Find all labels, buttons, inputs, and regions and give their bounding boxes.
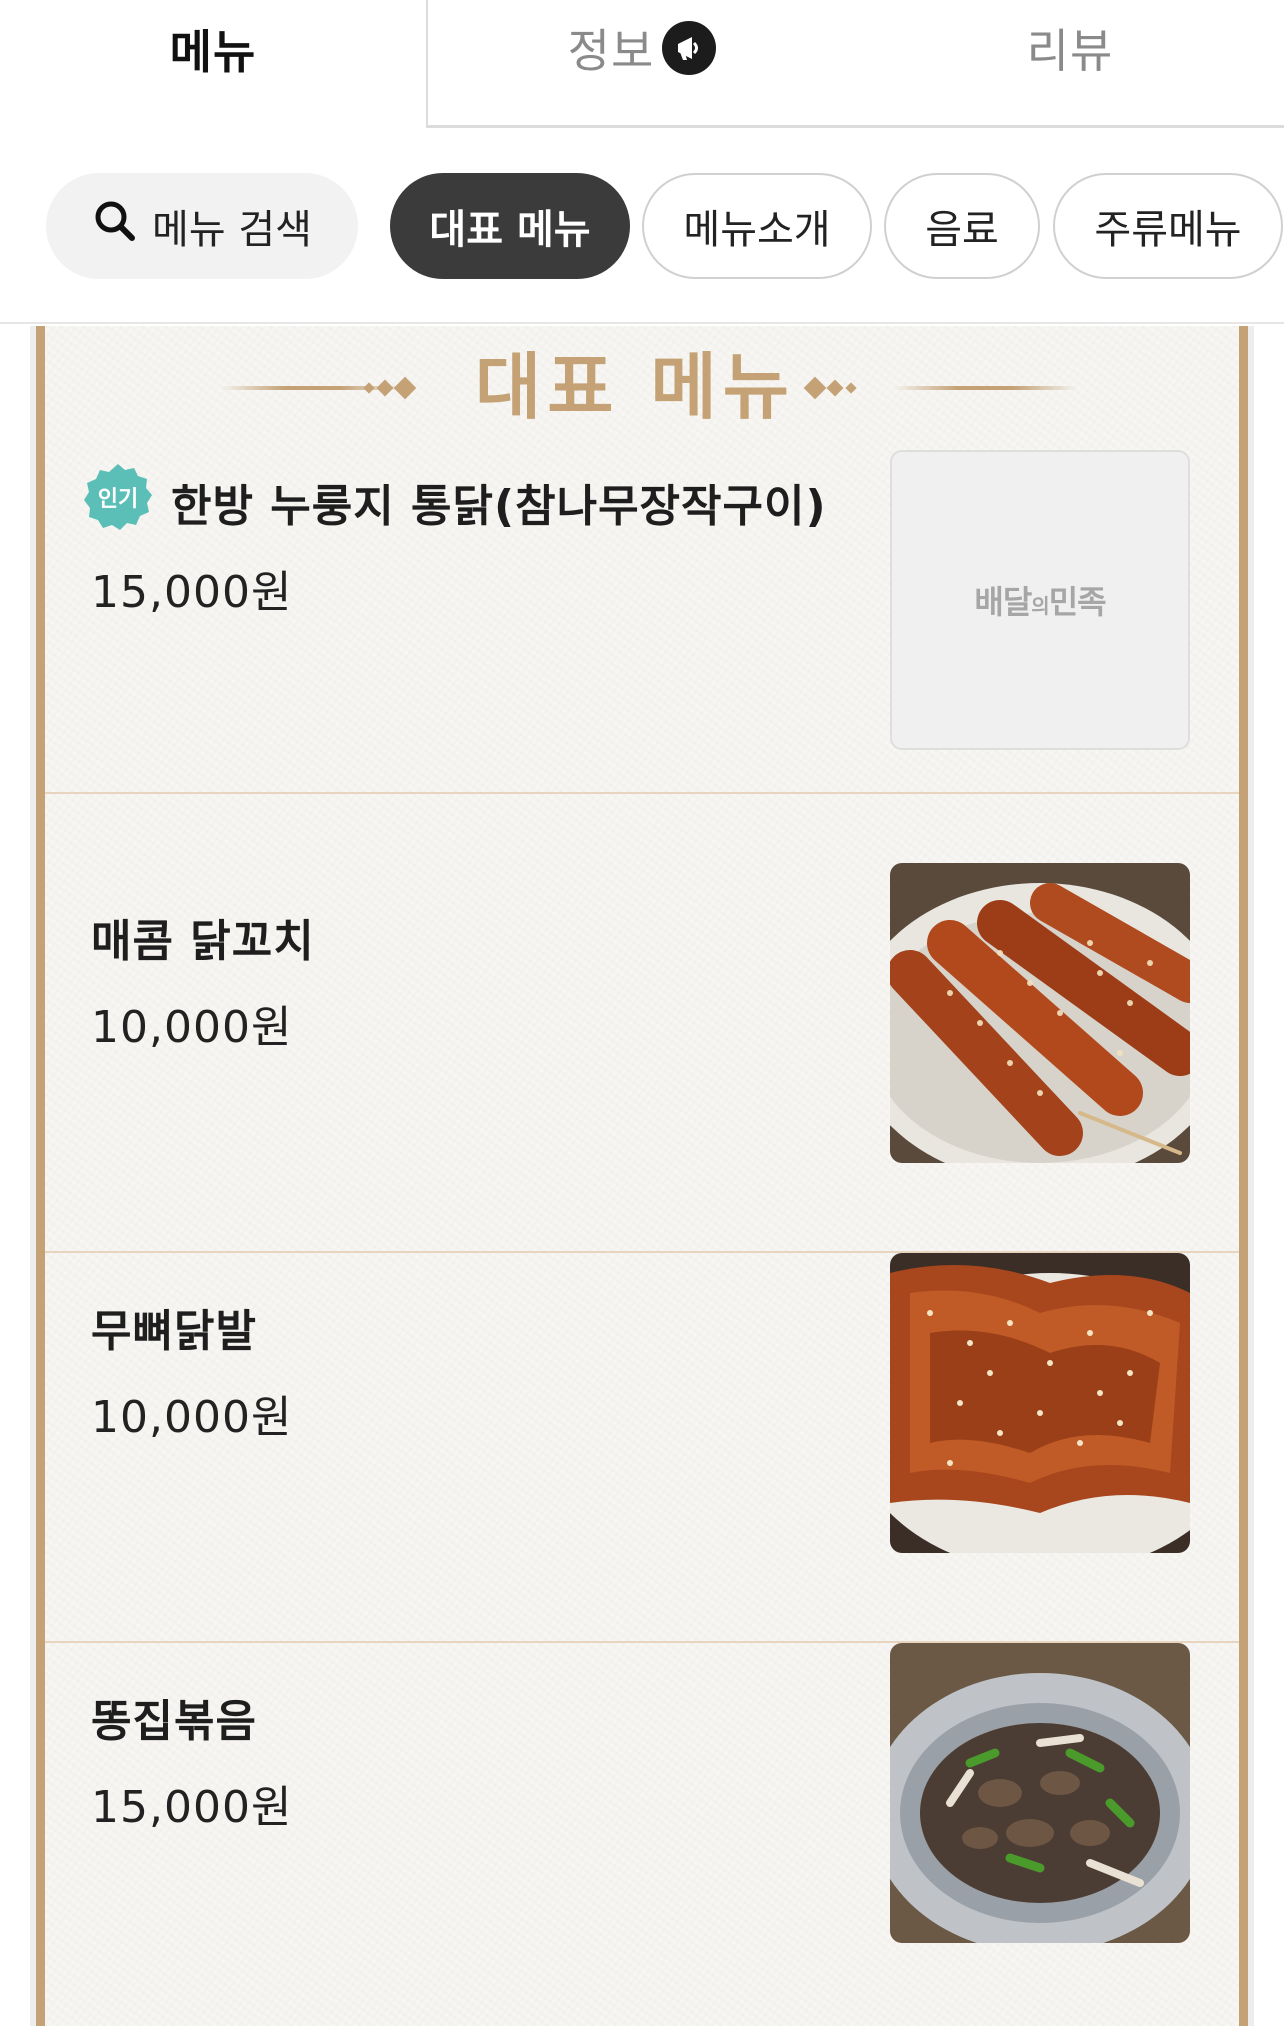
ornament-diamonds-right	[803, 358, 857, 418]
tab-menu[interactable]: 메뉴	[0, 0, 426, 128]
tab-info[interactable]: 정보	[426, 0, 856, 128]
ornament-diamonds-left	[363, 358, 417, 418]
menu-item-image-placeholder: 배달의민족	[890, 450, 1190, 750]
megaphone-icon	[662, 20, 717, 75]
ornament-line-right	[893, 386, 1078, 390]
menu-item-price: 15,000원	[91, 567, 293, 618]
chip-alcohol-menu[interactable]: 주류메뉴	[1053, 173, 1283, 279]
chip-signature-menu[interactable]: 대표 메뉴	[390, 173, 630, 279]
menu-item-price: 15,000원	[91, 1782, 293, 1833]
menu-item-name: 무뼈닭발	[91, 1306, 257, 1357]
menu-item[interactable]: 무뼈닭발 10,000원	[45, 1253, 1239, 1643]
chip-signature-label: 대표 메뉴	[429, 207, 591, 253]
menu-section-frame: 대표 메뉴 인기 한방 누룽지 통닭(참나무장작구이) 15,000원 배달의민…	[36, 326, 1248, 2026]
menu-item-image	[890, 863, 1190, 1163]
tab-info-label: 정보	[567, 23, 655, 78]
menu-search-button[interactable]: 메뉴 검색	[46, 173, 358, 279]
menu-item-image	[890, 1643, 1190, 1943]
svg-text:인기: 인기	[98, 487, 138, 512]
section-title: 대표 메뉴	[474, 345, 796, 429]
tab-review[interactable]: 리뷰	[856, 0, 1284, 128]
menu-item-name: 똥집볶음	[91, 1696, 257, 1747]
top-tab-bar: 메뉴 정보 리뷰	[0, 0, 1284, 128]
section-header: 대표 메뉴	[45, 342, 1239, 432]
menu-item[interactable]: 인기 한방 누룽지 통닭(참나무장작구이) 15,000원 배달의민족	[45, 450, 1239, 794]
category-chip-bar: 메뉴 검색 대표 메뉴 메뉴소개 음료 주류메뉴	[0, 128, 1284, 324]
menu-item-price: 10,000원	[91, 1392, 293, 1443]
chip-drink-label: 음료	[925, 207, 999, 253]
brand-logo: 배달의민족	[974, 583, 1106, 621]
chip-drinks[interactable]: 음료	[884, 173, 1040, 279]
chip-alcohol-label: 주류메뉴	[1094, 207, 1242, 253]
chip-menu-intro[interactable]: 메뉴소개	[642, 173, 872, 279]
menu-item-name: 한방 누룽지 통닭(참나무장작구이)	[171, 481, 827, 532]
chip-intro-label: 메뉴소개	[683, 207, 831, 253]
search-icon	[92, 198, 138, 254]
menu-item[interactable]: 매콤 닭꼬치 10,000원	[45, 863, 1239, 1253]
tab-review-label: 리뷰	[1026, 23, 1114, 78]
menu-item-name: 매콤 닭꼬치	[91, 916, 315, 967]
menu-item-price: 10,000원	[91, 1002, 293, 1053]
menu-search-label: 메뉴 검색	[152, 207, 312, 253]
menu-item[interactable]: 똥집볶음 15,000원	[45, 1643, 1239, 2033]
tab-menu-label: 메뉴	[169, 25, 257, 79]
menu-item-image	[890, 1253, 1190, 1553]
popular-badge-icon: 인기	[84, 464, 152, 530]
